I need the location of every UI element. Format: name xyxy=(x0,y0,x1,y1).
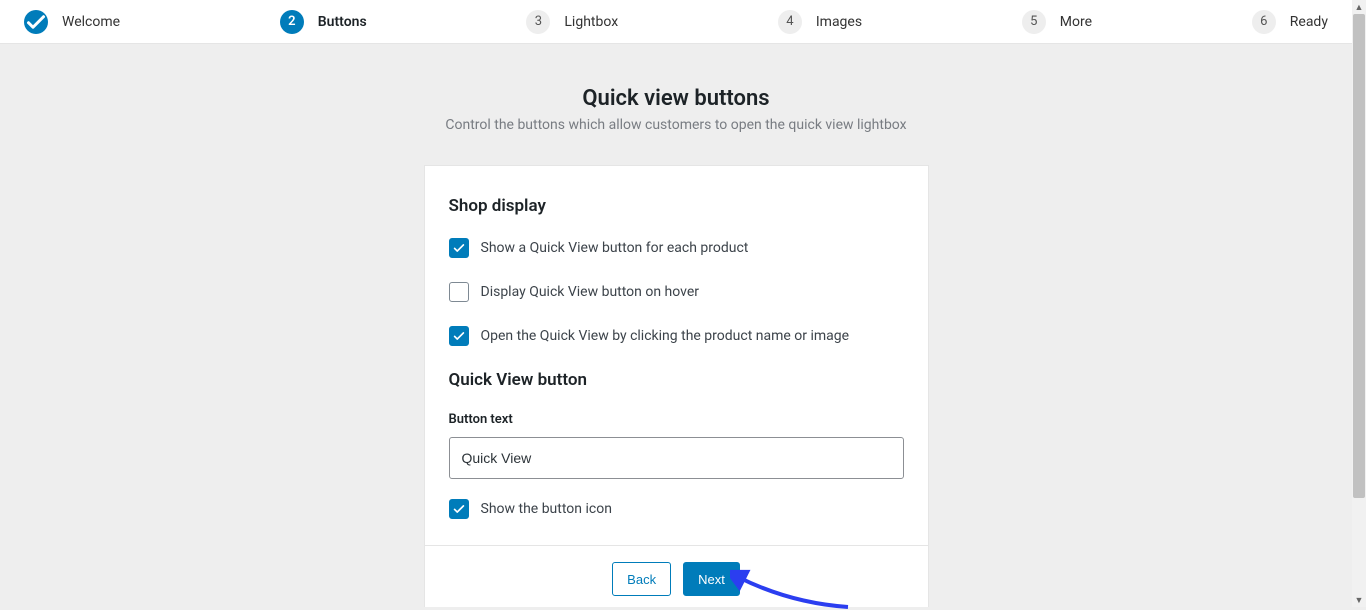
scrollbar-track[interactable] xyxy=(1352,14,1366,593)
page-title: Quick view buttons xyxy=(0,86,1352,111)
page-content: Quick view buttons Control the buttons w… xyxy=(0,44,1352,607)
button-text-label: Button text xyxy=(449,412,904,427)
option-display-hover[interactable]: Display Quick View button on hover xyxy=(449,282,904,302)
section-quick-view-button: Quick View button xyxy=(449,370,904,390)
next-button[interactable]: Next xyxy=(683,562,740,596)
scroll-down-icon[interactable]: ▼ xyxy=(1352,593,1366,607)
step-label: Images xyxy=(816,14,862,30)
step-number-icon: 6 xyxy=(1252,10,1276,34)
scroll-up-icon[interactable]: ▲ xyxy=(1352,0,1366,14)
step-lightbox[interactable]: 3 Lightbox xyxy=(526,10,618,34)
page-heading: Quick view buttons Control the buttons w… xyxy=(0,44,1352,133)
step-label: Lightbox xyxy=(564,14,618,30)
step-welcome[interactable]: Welcome xyxy=(24,10,120,34)
card-footer: Back Next xyxy=(425,545,928,607)
step-label: Welcome xyxy=(62,14,120,30)
scrollbar-thumb[interactable] xyxy=(1353,14,1365,498)
step-images[interactable]: 4 Images xyxy=(778,10,862,34)
step-number-icon: 5 xyxy=(1022,10,1046,34)
option-show-icon[interactable]: Show the button icon xyxy=(449,499,904,519)
button-text-input[interactable] xyxy=(449,437,904,479)
page-subtitle: Control the buttons which allow customer… xyxy=(0,117,1352,133)
step-label: More xyxy=(1060,14,1092,30)
step-label: Buttons xyxy=(318,14,367,30)
section-shop-display: Shop display xyxy=(449,196,904,216)
checkbox-label: Show the button icon xyxy=(481,501,612,517)
checkbox-icon[interactable] xyxy=(449,326,469,346)
checkbox-icon[interactable] xyxy=(449,238,469,258)
step-more[interactable]: 5 More xyxy=(1022,10,1092,34)
step-label: Ready xyxy=(1290,14,1328,30)
step-number-icon: 3 xyxy=(526,10,550,34)
checkbox-icon[interactable] xyxy=(449,282,469,302)
step-number-icon: 2 xyxy=(280,10,304,34)
back-button[interactable]: Back xyxy=(612,562,671,596)
settings-card: Shop display Show a Quick View button fo… xyxy=(424,165,929,607)
vertical-scrollbar[interactable]: ▲ ▼ xyxy=(1352,0,1366,607)
checkbox-icon[interactable] xyxy=(449,499,469,519)
wizard-steps: Welcome 2 Buttons 3 Lightbox 4 Images 5 … xyxy=(0,0,1352,44)
checkbox-label: Open the Quick View by clicking the prod… xyxy=(481,328,850,344)
step-number-icon: 4 xyxy=(778,10,802,34)
check-icon xyxy=(24,10,48,34)
step-ready[interactable]: 6 Ready xyxy=(1252,10,1328,34)
checkbox-label: Show a Quick View button for each produc… xyxy=(481,240,749,256)
step-buttons[interactable]: 2 Buttons xyxy=(280,10,367,34)
checkbox-label: Display Quick View button on hover xyxy=(481,284,700,300)
option-open-click[interactable]: Open the Quick View by clicking the prod… xyxy=(449,326,904,346)
option-show-button[interactable]: Show a Quick View button for each produc… xyxy=(449,238,904,258)
